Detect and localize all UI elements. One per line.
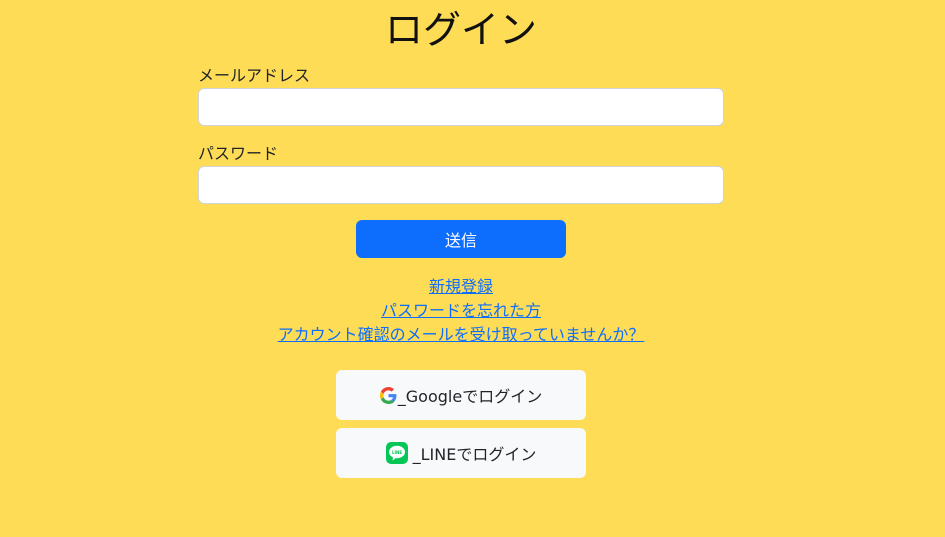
email-input[interactable]: [198, 88, 724, 126]
password-label: パスワード: [198, 144, 279, 163]
signup-link[interactable]: 新規登録: [429, 275, 493, 299]
auth-links: 新規登録 パスワードを忘れた方 アカウント確認のメールを受け取っていませんか？: [0, 275, 922, 347]
google-login-button[interactable]: _Googleでログイン: [336, 370, 586, 420]
forgot-password-link[interactable]: パスワードを忘れた方: [381, 299, 541, 323]
line-icon-text: LINE: [392, 450, 402, 455]
line-icon: LINE: [385, 442, 408, 464]
email-label: メールアドレス: [198, 66, 311, 85]
google-icon: [379, 386, 397, 404]
google-login-label: _Googleでログイン: [397, 387, 543, 406]
password-input[interactable]: [198, 166, 724, 204]
line-login-button[interactable]: LINE _LINEでログイン: [336, 428, 586, 478]
resend-confirmation-link[interactable]: アカウント確認のメールを受け取っていませんか？: [278, 323, 645, 347]
submit-button[interactable]: 送信: [356, 220, 566, 258]
page-title: ログイン: [384, 8, 537, 52]
line-login-label: _LINEでログイン: [412, 445, 537, 464]
